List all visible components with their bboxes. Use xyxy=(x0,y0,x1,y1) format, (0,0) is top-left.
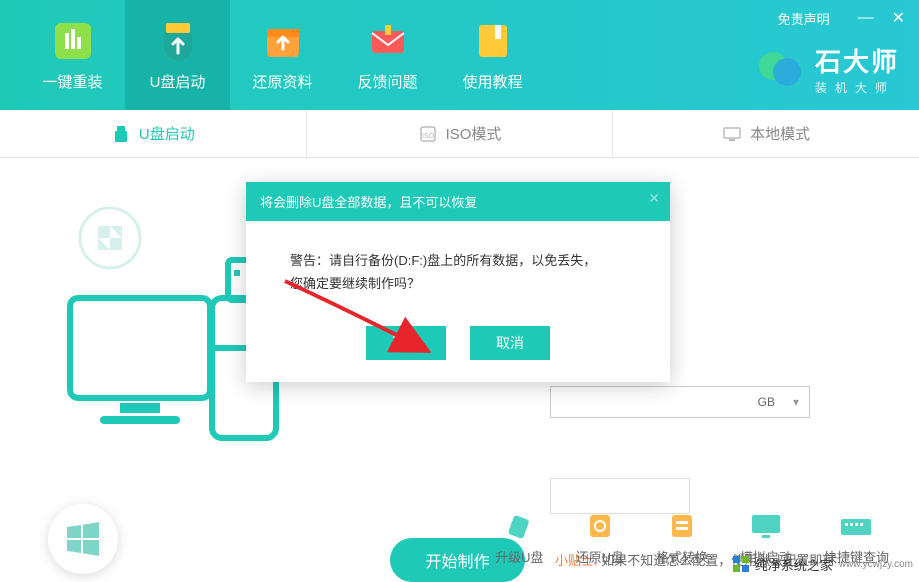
logo-title: 石大师 xyxy=(815,42,899,79)
tool-format-convert[interactable]: 格式转换 xyxy=(656,511,708,566)
confirm-button[interactable]: 确定 xyxy=(366,326,446,360)
iso-icon: ISO xyxy=(418,124,438,144)
device-dropdown[interactable]: GB ▾ xyxy=(550,386,810,418)
nav-reinstall[interactable]: 一键重装 xyxy=(20,0,125,110)
config-input[interactable] xyxy=(550,478,690,514)
usb-restore-icon xyxy=(582,511,618,541)
logo-mark-icon xyxy=(755,44,805,94)
tab-local-mode[interactable]: 本地模式 xyxy=(613,110,919,157)
usb-icon xyxy=(111,124,131,144)
nav-usb-boot[interactable]: U盘启动 xyxy=(125,0,230,110)
tab-iso-mode[interactable]: ISO ISO模式 xyxy=(307,110,614,157)
dialog-body: 警告：请自行备份(D:F:)盘上的所有数据，以免丢失， 您确定要继续制作吗？ xyxy=(246,221,670,310)
nav-label: 反馈问题 xyxy=(357,71,417,92)
tool-label: 格式转换 xyxy=(656,547,708,566)
watermark: 纯净系统之家 www.ycwjzy.com xyxy=(731,554,913,574)
nav-tutorial[interactable]: 使用教程 xyxy=(440,0,545,110)
tab-label: ISO模式 xyxy=(446,123,502,144)
monitor-boot-icon xyxy=(748,511,784,541)
format-icon xyxy=(664,511,700,541)
usb-upgrade-icon xyxy=(501,511,537,541)
nav-label: 还原资料 xyxy=(252,71,312,92)
tool-label: 还原U盘 xyxy=(576,547,624,566)
windows-icon xyxy=(63,519,103,559)
nav-label: U盘启动 xyxy=(150,71,206,92)
restore-box-icon xyxy=(261,19,305,63)
reinstall-icon xyxy=(51,19,95,63)
windows-float-button[interactable] xyxy=(48,504,118,574)
disclaimer-link[interactable]: 免责声明 xyxy=(778,9,830,28)
dropdown-value: GB xyxy=(758,395,775,409)
tool-restore-usb[interactable]: 还原U盘 xyxy=(576,511,624,566)
watermark-icon xyxy=(731,554,751,574)
envelope-icon xyxy=(366,19,410,63)
tab-label: 本地模式 xyxy=(750,123,810,144)
dialog-title: 将会删除U盘全部数据，且不可以恢复 ✕ xyxy=(246,182,670,221)
cancel-button[interactable]: 取消 xyxy=(470,326,550,360)
minimize-button[interactable]: — xyxy=(858,9,874,27)
close-button[interactable]: ✕ xyxy=(892,8,905,28)
watermark-text: 纯净系统之家 xyxy=(755,555,833,574)
tool-label: 升级U盘 xyxy=(495,547,543,566)
keyboard-icon xyxy=(838,511,874,541)
chevron-down-icon: ▾ xyxy=(793,395,799,409)
logo-subtitle: 装机大师 xyxy=(815,79,899,96)
nav-feedback[interactable]: 反馈问题 xyxy=(335,0,440,110)
dialog-footer: 确定 取消 xyxy=(246,310,670,382)
dialog-close-button[interactable]: ✕ xyxy=(648,190,660,207)
svg-text:ISO: ISO xyxy=(422,133,435,140)
monitor-icon xyxy=(722,124,742,144)
confirm-dialog: 将会删除U盘全部数据，且不可以恢复 ✕ 警告：请自行备份(D:F:)盘上的所有数… xyxy=(246,182,670,382)
mode-tabs: U盘启动 ISO ISO模式 本地模式 xyxy=(0,110,919,158)
window-controls: 免责声明 — ✕ xyxy=(778,8,905,28)
usb-shield-icon xyxy=(156,19,200,63)
dialog-warning-text: 警告：请自行备份(D:F:)盘上的所有数据，以免丢失， xyxy=(290,249,626,272)
book-icon xyxy=(471,19,515,63)
app-logo: 石大师 装机大师 xyxy=(755,42,899,96)
nav-label: 一键重装 xyxy=(42,71,102,92)
nav-restore[interactable]: 还原资料 xyxy=(230,0,335,110)
tab-usb-boot[interactable]: U盘启动 xyxy=(0,110,307,157)
nav-label: 使用教程 xyxy=(462,71,522,92)
dialog-confirm-text: 您确定要继续制作吗？ xyxy=(290,272,626,295)
main-nav: 一键重装 U盘启动 还原资料 反馈问题 使用教程 xyxy=(20,0,545,110)
app-header: 一键重装 U盘启动 还原资料 反馈问题 使用教程 xyxy=(0,0,919,110)
tab-label: U盘启动 xyxy=(139,123,195,144)
tool-upgrade-usb[interactable]: 升级U盘 xyxy=(495,511,543,566)
watermark-url: www.ycwjzy.com xyxy=(839,559,913,570)
